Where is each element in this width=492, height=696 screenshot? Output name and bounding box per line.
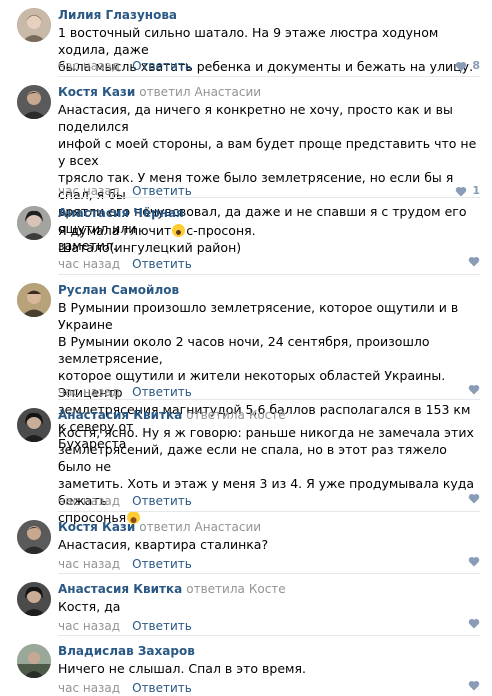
comment-time[interactable]: час назад [58, 184, 120, 198]
comment-author[interactable]: Анастасия Квитка [58, 408, 182, 422]
comment-time[interactable]: час назад [58, 619, 120, 633]
avatar[interactable] [17, 644, 51, 678]
reply-button[interactable]: Ответить [132, 557, 192, 571]
comment-time[interactable]: час назад [58, 385, 120, 399]
replied-label: ответил [139, 520, 191, 534]
comment-text: Ничего не слышал. Спал в это время. [58, 661, 306, 676]
like-button[interactable]: 8 [455, 58, 480, 74]
heart-icon [468, 618, 480, 629]
comment-author[interactable]: Владислав Захаров [58, 644, 195, 658]
reply-button[interactable]: Ответить [132, 385, 192, 399]
heart-icon [456, 61, 467, 71]
comment-time[interactable]: час назад [58, 257, 120, 271]
scream-emoji-icon [172, 224, 186, 237]
comment-author[interactable]: Анастасия Квитка [58, 582, 182, 596]
comment-time[interactable]: час назад [58, 494, 120, 508]
replied-label: ответила [186, 582, 245, 596]
comment-item: Анастасия Чёрная Я думала глючит с-просон… [0, 198, 492, 275]
avatar[interactable] [17, 283, 51, 317]
reply-to-name[interactable]: Анастасии [195, 85, 262, 99]
reply-to-name[interactable]: Анастасии [195, 520, 262, 534]
comment-author[interactable]: Костя Кази [58, 85, 135, 99]
reply-button[interactable]: Ответить [132, 494, 192, 508]
replied-label: ответил [139, 85, 191, 99]
like-button[interactable] [468, 556, 480, 567]
comment-time[interactable]: час назад [58, 681, 120, 695]
comment-time[interactable]: час назад [58, 59, 120, 73]
avatar[interactable] [17, 582, 51, 616]
heart-icon [468, 384, 480, 395]
avatar[interactable] [17, 8, 51, 42]
reply-to-name[interactable]: Косте [249, 582, 286, 596]
heart-icon [468, 556, 480, 567]
heart-icon [468, 493, 480, 504]
heart-icon [468, 256, 480, 267]
like-button[interactable] [468, 618, 480, 629]
comment-author[interactable]: Анастасия Чёрная [58, 206, 184, 220]
comment-text: Я думала глючит с-просоня. Шатало(ингулец… [58, 222, 480, 256]
comment-author[interactable]: Лилия Глазунова [58, 8, 177, 22]
comment-author[interactable]: Руслан Самойлов [58, 283, 179, 297]
like-button[interactable] [468, 384, 480, 395]
reply-button[interactable]: Ответить [132, 184, 192, 198]
reply-to-name[interactable]: Косте [249, 408, 286, 422]
reply-button[interactable]: Ответить [132, 59, 192, 73]
heart-icon [468, 680, 480, 691]
avatar[interactable] [17, 85, 51, 119]
avatar[interactable] [17, 408, 51, 442]
reply-button[interactable]: Ответить [132, 619, 192, 633]
like-button[interactable] [468, 256, 480, 267]
comment-item: Владислав Захаров Ничего не слышал. Спал… [0, 636, 492, 696]
like-button[interactable] [468, 680, 480, 691]
heart-icon [456, 186, 467, 196]
comment-text: Костя, да [58, 599, 121, 614]
comment-item: Анастасия Квитка ответила Косте Костя, я… [0, 400, 492, 525]
comment-text-part: Костя, ясно. Ну я ж говорю: раньше никог… [58, 425, 475, 525]
comment-text: Анастасия, квартира сталинка? [58, 537, 269, 552]
comment-time[interactable]: час назад [58, 557, 120, 571]
replied-label: ответила [186, 408, 245, 422]
reply-button[interactable]: Ответить [132, 681, 192, 695]
like-count: 8 [472, 59, 480, 72]
comment-item: Анастасия Квитка ответила Косте Костя, д… [0, 574, 492, 636]
comment-text-part: Я думала глючит [58, 223, 172, 238]
avatar[interactable] [17, 206, 51, 240]
comment-item: Костя Кази ответил Анастасии Анастасия, … [0, 77, 492, 253]
comment-item: Лилия Глазунова 1 восточный сильно шатал… [0, 0, 492, 77]
avatar[interactable] [17, 520, 51, 554]
comment-author[interactable]: Костя Кази [58, 520, 135, 534]
comment-item: Костя Кази ответил Анастасии Анастасия, … [0, 512, 492, 574]
comment-item: Руслан Самойлов В Румынии произошло земл… [0, 275, 492, 451]
like-button[interactable] [468, 493, 480, 504]
reply-button[interactable]: Ответить [132, 257, 192, 271]
